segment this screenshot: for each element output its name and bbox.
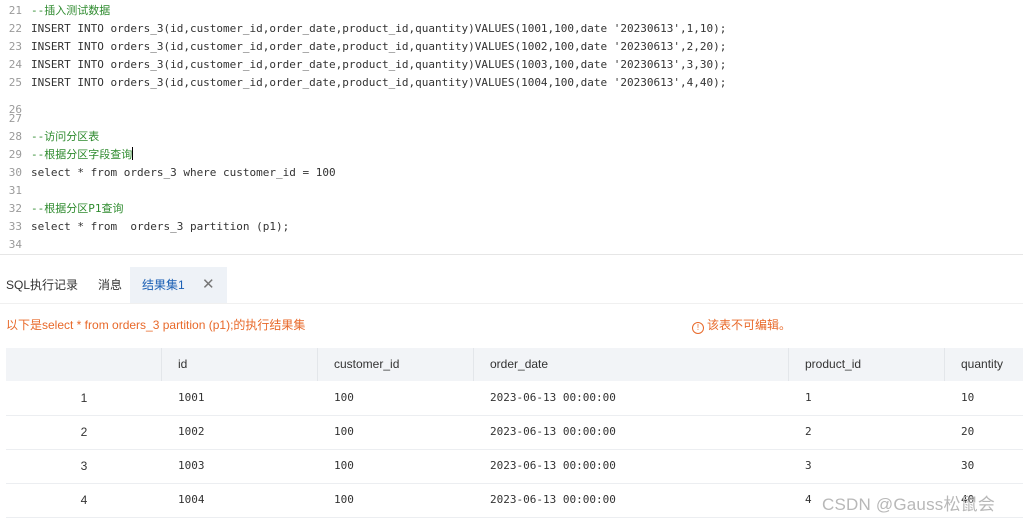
code-statement: INSERT INTO orders_3(id,customer_id,orde…: [31, 40, 727, 53]
readonly-notice: ! 该表不可编辑。: [692, 314, 791, 336]
code-statement: INSERT INTO orders_3(id,customer_id,orde…: [31, 76, 727, 89]
tab-messages[interactable]: 消息: [98, 267, 122, 303]
cell-quantity[interactable]: 30: [961, 449, 974, 483]
column-separator[interactable]: [788, 348, 789, 381]
line-number: 25: [8, 76, 22, 89]
table-row[interactable]: 2 1002 100 2023-06-13 00:00:00 2 20: [6, 415, 1023, 450]
tab-result-label: 结果集1: [142, 278, 185, 292]
column-header-customer-id[interactable]: customer_id: [334, 348, 399, 381]
line-number: 29: [8, 148, 22, 161]
watermark: CSDN @Gauss松鼠会: [822, 495, 996, 514]
code-comment: --访问分区表: [31, 130, 100, 143]
cell-order-date[interactable]: 2023-06-13 00:00:00: [490, 449, 616, 483]
column-separator[interactable]: [317, 348, 318, 381]
result-description: 以下是select * from orders_3 partition (p1)…: [6, 318, 306, 332]
column-header-order-date[interactable]: order_date: [490, 348, 548, 381]
code-comment-current: --根据分区字段查询: [31, 146, 134, 164]
row-number: 2: [80, 425, 88, 439]
cell-customer-id[interactable]: 100: [334, 381, 354, 415]
line-number: 22: [8, 22, 22, 35]
cell-customer-id[interactable]: 100: [334, 483, 354, 517]
cell-order-date[interactable]: 2023-06-13 00:00:00: [490, 415, 616, 449]
cell-quantity[interactable]: 10: [961, 381, 974, 415]
line-number: 33: [8, 220, 22, 233]
editor-line[interactable]: 21 --插入测试数据: [0, 2, 1023, 20]
tab-sql-history[interactable]: SQL执行记录: [6, 267, 78, 303]
code-comment: --根据分区P1查询: [31, 202, 124, 215]
column-header-id[interactable]: id: [178, 348, 187, 381]
line-number: 24: [8, 58, 22, 71]
row-number: 4: [80, 493, 88, 507]
line-number: 34: [8, 238, 22, 251]
code-statement: INSERT INTO orders_3(id,customer_id,orde…: [31, 58, 727, 71]
table-row[interactable]: 3 1003 100 2023-06-13 00:00:00 3 30: [6, 449, 1023, 484]
line-number: 27: [8, 112, 22, 125]
tab-result-set-1[interactable]: 结果集1 ✕: [130, 267, 227, 303]
result-info-bar: 以下是select * from orders_3 partition (p1)…: [0, 314, 1023, 336]
editor-line[interactable]: 23 INSERT INTO orders_3(id,customer_id,o…: [0, 38, 1023, 56]
text-caret: [132, 147, 134, 160]
grid-header: id customer_id order_date product_id qua…: [6, 348, 1023, 381]
column-separator[interactable]: [161, 348, 162, 381]
editor-divider[interactable]: [0, 254, 1023, 255]
editor-line[interactable]: 32 --根据分区P1查询: [0, 200, 1023, 218]
warning-icon: !: [692, 322, 704, 334]
cell-order-date[interactable]: 2023-06-13 00:00:00: [490, 381, 616, 415]
cell-quantity[interactable]: 20: [961, 415, 974, 449]
code-comment-text: --根据分区字段查询: [31, 148, 133, 161]
close-icon[interactable]: ✕: [202, 276, 215, 293]
cell-product-id[interactable]: 1: [805, 381, 812, 415]
line-number: 21: [8, 4, 22, 17]
cell-product-id[interactable]: 4: [805, 483, 812, 517]
row-number: 1: [80, 391, 88, 405]
cell-customer-id[interactable]: 100: [334, 415, 354, 449]
code-statement: INSERT INTO orders_3(id,customer_id,orde…: [31, 22, 727, 35]
editor-line[interactable]: 31: [0, 182, 1023, 200]
sql-editor[interactable]: 21 --插入测试数据 22 INSERT INTO orders_3(id,c…: [0, 0, 1023, 254]
table-row[interactable]: 1 1001 100 2023-06-13 00:00:00 1 10: [6, 381, 1023, 416]
editor-line[interactable]: 25 INSERT INTO orders_3(id,customer_id,o…: [0, 74, 1023, 92]
row-number: 3: [80, 459, 88, 473]
editor-line[interactable]: 28 --访问分区表: [0, 128, 1023, 146]
line-number: 28: [8, 130, 22, 143]
tab-divider: [0, 303, 1023, 304]
cell-id[interactable]: 1003: [178, 449, 205, 483]
line-number: 32: [8, 202, 22, 215]
result-tabs: SQL执行记录 消息 结果集1 ✕: [0, 267, 1023, 303]
cell-customer-id[interactable]: 100: [334, 449, 354, 483]
editor-line[interactable]: 27: [0, 110, 1023, 128]
editor-line[interactable]: 29 --根据分区字段查询: [0, 146, 1023, 164]
editor-line[interactable]: 22 INSERT INTO orders_3(id,customer_id,o…: [0, 20, 1023, 38]
line-number: 31: [8, 184, 22, 197]
cell-id[interactable]: 1004: [178, 483, 205, 517]
code-statement: select * from orders_3 where customer_id…: [31, 166, 336, 179]
cell-order-date[interactable]: 2023-06-13 00:00:00: [490, 483, 616, 517]
editor-line[interactable]: 34: [0, 236, 1023, 254]
line-number: 30: [8, 166, 22, 179]
cell-id[interactable]: 1002: [178, 415, 205, 449]
readonly-text: 该表不可编辑。: [707, 318, 792, 332]
editor-line[interactable]: 30 select * from orders_3 where customer…: [0, 164, 1023, 182]
cell-product-id[interactable]: 2: [805, 415, 812, 449]
editor-line[interactable]: 33 select * from orders_3 partition (p1)…: [0, 218, 1023, 236]
column-separator[interactable]: [944, 348, 945, 381]
column-header-quantity[interactable]: quantity: [961, 348, 1003, 381]
column-separator[interactable]: [473, 348, 474, 381]
cell-id[interactable]: 1001: [178, 381, 205, 415]
code-comment: --插入测试数据: [31, 4, 111, 17]
editor-line[interactable]: 24 INSERT INTO orders_3(id,customer_id,o…: [0, 56, 1023, 74]
column-header-product-id[interactable]: product_id: [805, 348, 861, 381]
cell-product-id[interactable]: 3: [805, 449, 812, 483]
line-number: 23: [8, 40, 22, 53]
code-statement: select * from orders_3 partition (p1);: [31, 220, 290, 233]
